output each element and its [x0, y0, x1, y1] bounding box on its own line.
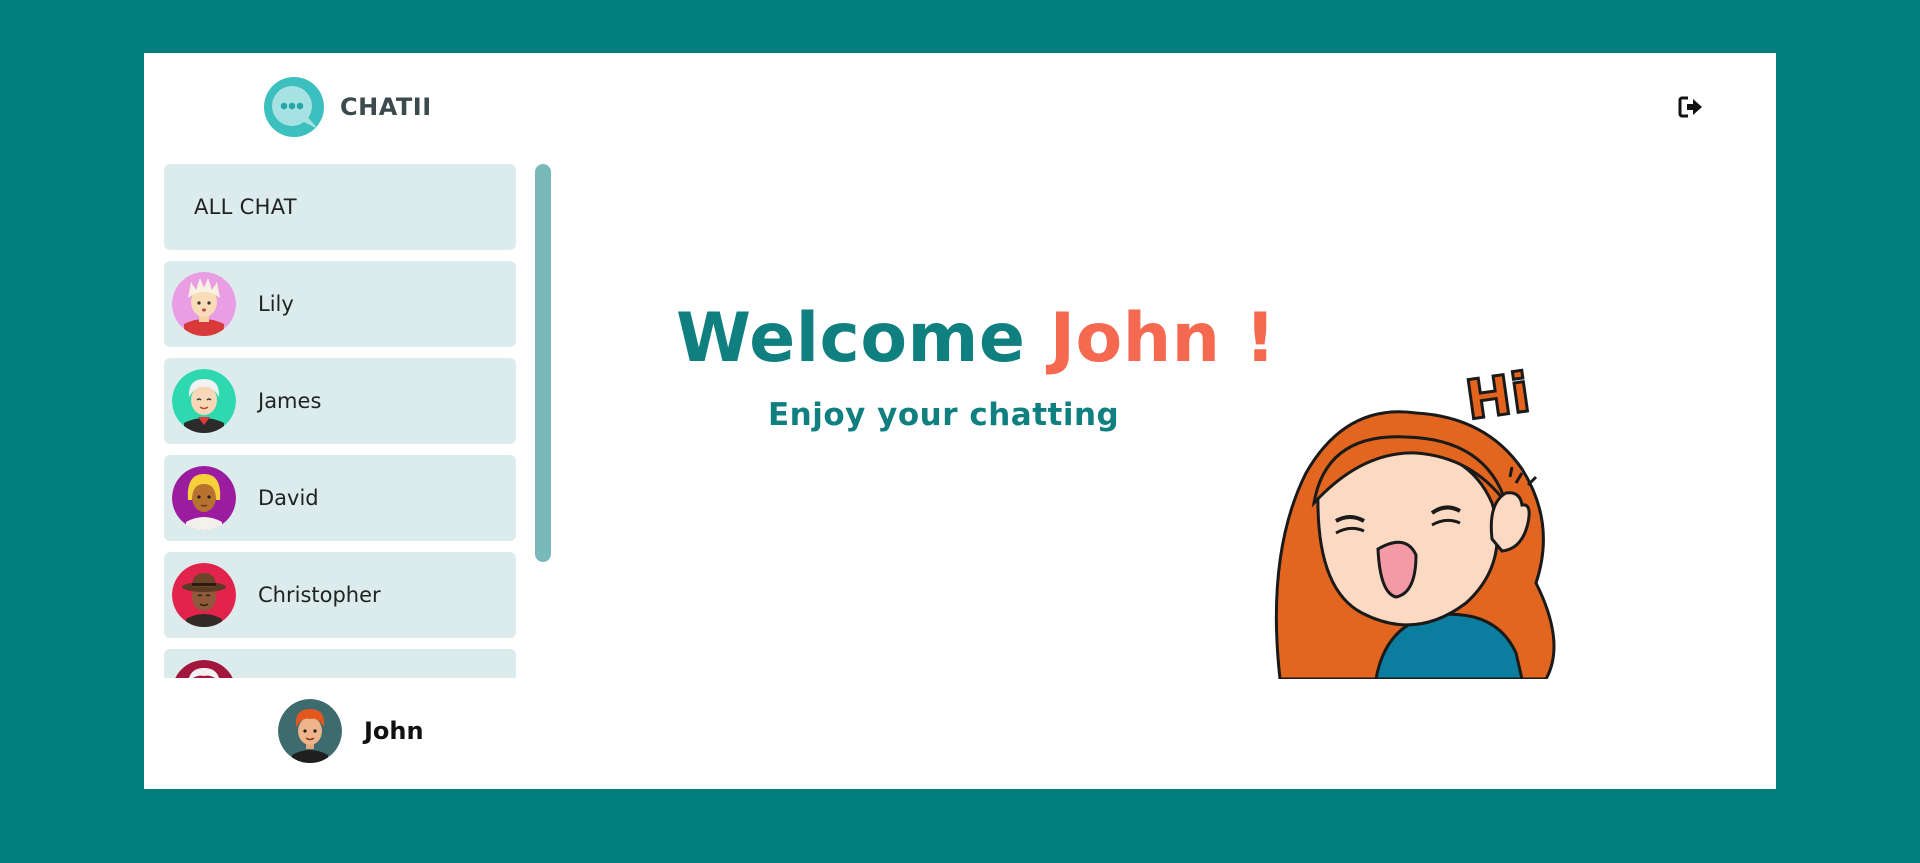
hi-caption: Hi: [1462, 361, 1534, 432]
welcome-greeting: Welcome: [676, 299, 1026, 378]
welcome-user-name: John !: [1049, 299, 1277, 378]
brand: CHATII: [262, 75, 432, 139]
current-user[interactable]: John: [278, 699, 424, 763]
avatar: [172, 466, 236, 530]
all-chat-item[interactable]: ALL CHAT: [164, 164, 516, 250]
contact-list-scrollbar[interactable]: [535, 164, 551, 562]
contact-name: David: [258, 486, 319, 510]
contact-name: James: [258, 389, 322, 413]
chat-logo-icon: [262, 75, 326, 139]
user-avatar: [278, 699, 342, 763]
all-chat-label: ALL CHAT: [194, 195, 297, 219]
app-window: CHATII ALL CHAT Lily James David Christo…: [144, 53, 1776, 789]
contact-name: Christopher: [258, 583, 381, 607]
app-name: CHATII: [340, 93, 432, 121]
welcome-heading: Welcome John !: [676, 299, 1276, 378]
logout-icon: [1678, 96, 1702, 118]
contact-item-lily[interactable]: Lily: [164, 261, 516, 347]
current-user-name: John: [364, 717, 424, 745]
welcome-subtitle: Enjoy your chatting: [768, 397, 1120, 433]
contact-list: ALL CHAT Lily James David Christopher: [164, 164, 516, 678]
waving-girl-illustration: Hi: [1266, 353, 1606, 679]
avatar: [172, 272, 236, 336]
logout-button[interactable]: [1678, 95, 1704, 119]
contact-item-christopher[interactable]: Christopher: [164, 552, 516, 638]
avatar: [172, 369, 236, 433]
contact-item-partial[interactable]: [164, 649, 516, 678]
contact-item-james[interactable]: James: [164, 358, 516, 444]
avatar: [172, 660, 236, 678]
avatar: [172, 563, 236, 627]
contact-name: Lily: [258, 292, 294, 316]
contact-item-david[interactable]: David: [164, 455, 516, 541]
